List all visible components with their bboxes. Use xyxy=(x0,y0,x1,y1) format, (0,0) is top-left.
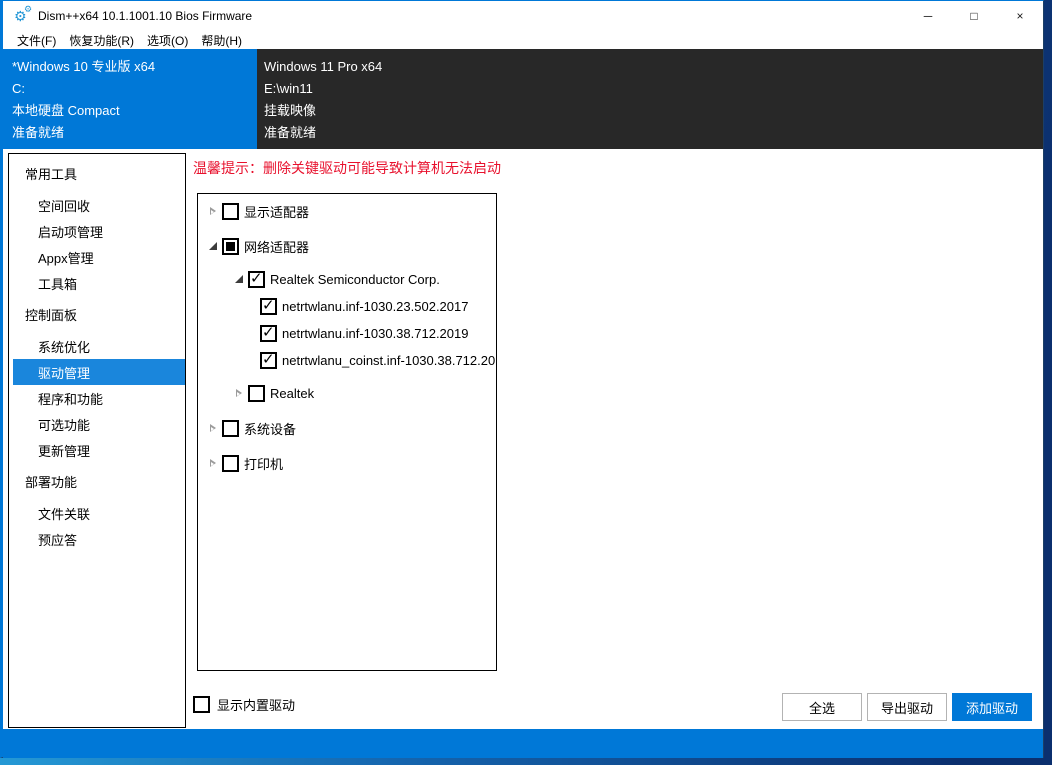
target-line: 挂载映像 xyxy=(264,100,1043,122)
title-bar[interactable]: ⚙ ⚙ Dism++x64 10.1.1001.10 Bios Firmware… xyxy=(3,1,1043,31)
window-title: Dism++x64 10.1.1001.10 Bios Firmware xyxy=(38,9,252,23)
sidebar-section-1: 控制面板 xyxy=(9,301,185,327)
tree-item-label[interactable]: 打印机 xyxy=(244,454,283,473)
button-导出驱动[interactable]: 导出驱动 xyxy=(867,693,947,721)
sidebar-item-Appx管理[interactable]: Appx管理 xyxy=(9,244,185,270)
footer-buttons: 全选导出驱动添加驱动 xyxy=(782,693,1032,721)
expander-collapsed-icon[interactable] xyxy=(208,458,218,469)
checkbox-icon[interactable] xyxy=(222,420,239,437)
tree-item-label[interactable]: 显示适配器 xyxy=(244,202,309,221)
warning-text: 温馨提示：删除关键驱动可能导致计算机无法启动 xyxy=(193,158,501,178)
sidebar-section-2: 部署功能 xyxy=(9,468,185,494)
minimize-button[interactable]: ─ xyxy=(905,1,951,31)
app-window: ⚙ ⚙ Dism++x64 10.1.1001.10 Bios Firmware… xyxy=(0,0,1044,758)
sidebar-item-工具箱[interactable]: 工具箱 xyxy=(9,270,185,296)
checkbox-icon[interactable] xyxy=(260,298,277,315)
target-line: *Windows 10 专业版 x64 xyxy=(12,56,257,78)
expander-collapsed-icon[interactable] xyxy=(208,206,218,217)
tree-row[interactable]: netrtwlanu.inf-1030.23.502.2017 xyxy=(198,293,496,320)
show-builtin-drivers-checkbox[interactable]: 显示内置驱动 xyxy=(193,695,295,714)
expander-collapsed-icon[interactable] xyxy=(208,423,218,434)
menu-item-3[interactable]: 帮助(H) xyxy=(201,32,242,49)
close-button[interactable]: × xyxy=(997,1,1043,31)
target-line: 本地硬盘 Compact xyxy=(12,100,257,122)
sidebar-item-启动项管理[interactable]: 启动项管理 xyxy=(9,218,185,244)
checkbox-icon[interactable] xyxy=(248,385,265,402)
sidebar-item-程序和功能[interactable]: 程序和功能 xyxy=(9,385,185,411)
target-panel-windows11[interactable]: Windows 11 Pro x64E:\win11挂载映像准备就绪 xyxy=(257,49,1043,149)
maximize-button[interactable]: □ xyxy=(951,1,997,31)
sidebar-item-空间回收[interactable]: 空间回收 xyxy=(9,192,185,218)
target-line: Windows 11 Pro x64 xyxy=(264,56,1043,78)
checkbox-icon[interactable] xyxy=(248,271,265,288)
driver-tree: 显示适配器网络适配器 Realtek Semiconductor Corp. net… xyxy=(197,193,497,671)
gear-icon: ⚙ xyxy=(24,5,32,14)
sidebar-item-更新管理[interactable]: 更新管理 xyxy=(9,437,185,463)
close-icon: × xyxy=(1016,9,1023,23)
checkbox-icon[interactable] xyxy=(193,696,210,713)
menu-item-2[interactable]: 选项(O) xyxy=(147,32,188,49)
button-全选[interactable]: 全选 xyxy=(782,693,862,721)
minimize-icon: ─ xyxy=(924,9,933,23)
tree-row[interactable]: Realtek xyxy=(198,380,496,407)
button-添加驱动[interactable]: 添加驱动 xyxy=(952,693,1032,721)
checkbox-icon[interactable] xyxy=(222,455,239,472)
tree-item-label[interactable]: netrtwlanu.inf-1030.23.502.2017 xyxy=(282,299,468,314)
tree-row[interactable]: 打印机 xyxy=(198,450,496,477)
checkbox-icon[interactable] xyxy=(222,238,239,255)
sidebar-nav: 常用工具空间回收启动项管理Appx管理工具箱控制面板系统优化驱动管理程序和功能可… xyxy=(8,153,186,728)
show-builtin-drivers-label: 显示内置驱动 xyxy=(217,695,295,714)
maximize-icon: □ xyxy=(970,9,977,23)
menu-item-1[interactable]: 恢复功能(R) xyxy=(69,32,134,49)
tree-item-label[interactable]: netrtwlanu_coinst.inf-1030.38.712.201 xyxy=(282,353,497,368)
sidebar-item-驱动管理[interactable]: 驱动管理 xyxy=(13,359,185,385)
tree-item-label[interactable]: 系统设备 xyxy=(244,419,296,438)
tree-row[interactable]: netrtwlanu_coinst.inf-1030.38.712.201 xyxy=(198,347,496,374)
tree-item-label[interactable]: 网络适配器 xyxy=(244,237,309,256)
expander-collapsed-icon[interactable] xyxy=(234,388,244,399)
checkbox-icon[interactable] xyxy=(260,325,277,342)
expander-expanded-icon[interactable] xyxy=(208,241,218,252)
tree-row[interactable]: 系统设备 xyxy=(198,415,496,442)
target-line: E:\win11 xyxy=(264,78,1043,100)
target-panel-windows10[interactable]: *Windows 10 专业版 x64C:本地硬盘 Compact准备就绪 xyxy=(3,49,257,149)
content-area: 常用工具空间回收启动项管理Appx管理工具箱控制面板系统优化驱动管理程序和功能可… xyxy=(3,149,1043,729)
status-bar xyxy=(3,729,1043,758)
sidebar-item-预应答[interactable]: 预应答 xyxy=(9,526,185,552)
tree-item-label[interactable]: netrtwlanu.inf-1030.38.712.2019 xyxy=(282,326,468,341)
checkbox-icon[interactable] xyxy=(222,203,239,220)
tree-row[interactable]: Realtek Semiconductor Corp. xyxy=(198,266,496,293)
tree-row[interactable]: 显示适配器 xyxy=(198,198,496,225)
menu-item-0[interactable]: 文件(F) xyxy=(17,32,56,49)
gears-app-icon: ⚙ ⚙ xyxy=(14,6,34,26)
expander-expanded-icon[interactable] xyxy=(234,274,244,285)
target-image-panels: *Windows 10 专业版 x64C:本地硬盘 Compact准备就绪 Wi… xyxy=(3,49,1043,149)
tree-item-label[interactable]: Realtek xyxy=(270,386,314,401)
tree-row[interactable]: 网络适配器 xyxy=(198,233,496,260)
sidebar-item-文件关联[interactable]: 文件关联 xyxy=(9,500,185,526)
checkbox-icon[interactable] xyxy=(260,352,277,369)
menu-bar: 文件(F) 恢复功能(R) 选项(O) 帮助(H) xyxy=(3,31,1043,49)
target-line: 准备就绪 xyxy=(12,122,257,144)
tree-item-label[interactable]: Realtek Semiconductor Corp. xyxy=(270,272,440,287)
desktop-background: ⚙ ⚙ Dism++x64 10.1.1001.10 Bios Firmware… xyxy=(0,0,1052,765)
target-line: C: xyxy=(12,78,257,100)
window-controls: ─ □ × xyxy=(905,1,1043,31)
tree-row[interactable]: netrtwlanu.inf-1030.38.712.2019 xyxy=(198,320,496,347)
target-line: 准备就绪 xyxy=(264,122,1043,144)
sidebar-item-可选功能[interactable]: 可选功能 xyxy=(9,411,185,437)
sidebar-item-系统优化[interactable]: 系统优化 xyxy=(9,333,185,359)
sidebar-section-0: 常用工具 xyxy=(9,160,185,186)
